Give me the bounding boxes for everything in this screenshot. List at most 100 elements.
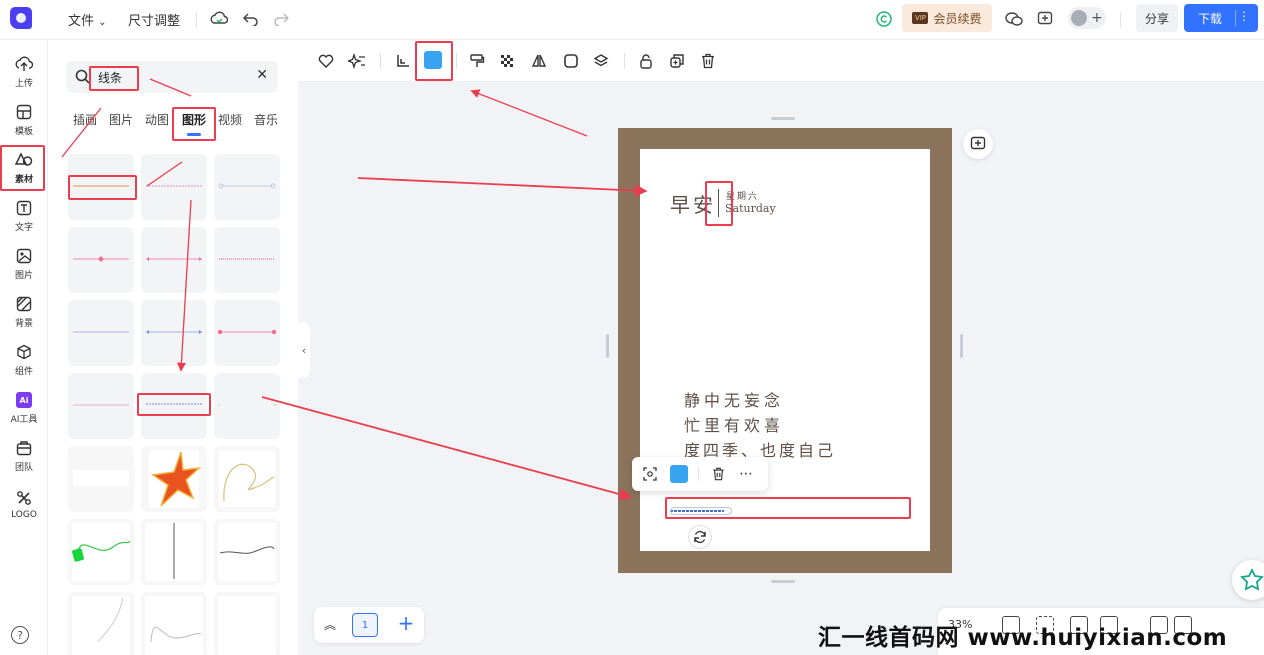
shape-tile-line[interactable]	[68, 227, 134, 293]
wechat-icon[interactable]	[1003, 8, 1025, 30]
shape-tile-line[interactable]	[214, 373, 280, 439]
page-navigator: ︽ 1 +	[314, 607, 424, 643]
comment-add-icon[interactable]	[1034, 8, 1056, 30]
layers-icon[interactable]	[590, 50, 612, 72]
shape-tile-curve[interactable]	[214, 446, 280, 512]
top-bar: 文件 ⌄ 尺寸调整 VIP 会员续费 + 分享 下载 ⋮	[0, 0, 1264, 40]
shape-tile-blank[interactable]	[214, 592, 280, 655]
share-button[interactable]: 分享	[1136, 4, 1178, 32]
border-icon[interactable]	[560, 50, 582, 72]
watermark-text: 汇一线首码网 www.huiyixian.com	[818, 625, 1228, 651]
rotate-handle[interactable]	[688, 525, 712, 549]
vip-crown-icon: VIP	[912, 12, 929, 24]
shape-tile-curve[interactable]	[214, 519, 280, 585]
tab-animation[interactable]: 动图	[145, 111, 169, 128]
rail-item-upload[interactable]: 上传	[0, 50, 48, 94]
shape-tile-line[interactable]	[141, 519, 207, 585]
rail-item-text[interactable]: 文字	[0, 194, 48, 238]
help-icon[interactable]: ?	[11, 626, 29, 644]
crop-scan-icon[interactable]	[640, 464, 660, 484]
magic-icon[interactable]	[346, 50, 368, 72]
undo-icon[interactable]	[240, 8, 262, 30]
shape-tile-line[interactable]	[68, 373, 134, 439]
canvas-area: ‹ 早安 星期六 Saturday 静中无妄念 忙里有欢喜 度四季、也度自己 ⋯	[298, 40, 1264, 655]
shape-tile-line[interactable]	[141, 227, 207, 293]
tab-illustration[interactable]: 插画	[73, 111, 97, 128]
component-icon	[15, 343, 33, 361]
annotation-box	[415, 41, 453, 81]
shape-tile-line[interactable]	[214, 227, 280, 293]
favorite-icon[interactable]	[315, 50, 337, 72]
app-logo[interactable]	[10, 7, 32, 29]
fill-color-swatch[interactable]	[670, 465, 688, 483]
transparency-icon[interactable]	[496, 50, 518, 72]
resize-menu[interactable]: 尺寸调整	[128, 10, 180, 29]
delete-icon[interactable]	[708, 464, 728, 484]
rail-label: AI工具	[10, 415, 38, 425]
add-page-icon[interactable]: +	[394, 611, 418, 637]
shape-tile-line[interactable]	[141, 154, 207, 220]
chevron-down-icon: ⌄	[98, 17, 107, 28]
shape-tile-curve[interactable]	[68, 519, 134, 585]
upload-icon	[15, 55, 33, 73]
add-collaborator-icon: +	[1091, 10, 1103, 26]
rail-label: 上传	[14, 79, 33, 89]
rail-item-ai-tools[interactable]: Ai AI工具	[0, 386, 48, 430]
poem-line[interactable]: 静中无妄念	[684, 387, 784, 411]
delete-icon[interactable]	[697, 50, 719, 72]
resize-handle-bottom[interactable]	[771, 580, 795, 583]
tab-video[interactable]: 视频	[218, 111, 242, 128]
more-icon[interactable]: ⋯	[736, 464, 756, 484]
vip-renew-button[interactable]: VIP 会员续费	[902, 4, 992, 32]
format-painter-icon[interactable]	[466, 50, 488, 72]
tab-image[interactable]: 图片	[109, 111, 133, 128]
rail-item-logo[interactable]: LOGO	[0, 482, 48, 526]
rail-label: 组件	[14, 367, 33, 377]
lock-icon[interactable]	[635, 50, 657, 72]
rotate-icon	[694, 530, 706, 544]
image-icon	[15, 247, 33, 265]
shape-tile-curve[interactable]	[141, 592, 207, 655]
shape-tile-line[interactable]	[214, 300, 280, 366]
line-style-icon[interactable]	[392, 50, 414, 72]
cloud-sync-icon[interactable]	[208, 8, 230, 30]
redo-icon[interactable]	[270, 8, 292, 30]
shape-tile-curve[interactable]	[68, 592, 134, 655]
page-thumbnail[interactable]: 1	[352, 613, 378, 637]
file-menu[interactable]: 文件 ⌄	[68, 10, 107, 29]
rail-item-team[interactable]: 团队	[0, 434, 48, 478]
collapse-panel-handle[interactable]: ‹	[298, 322, 310, 378]
copyright-icon[interactable]	[873, 8, 895, 30]
more-vertical-icon[interactable]: ⋮	[1238, 9, 1250, 23]
collaborators[interactable]: +	[1068, 7, 1106, 29]
tab-music[interactable]: 音乐	[254, 111, 278, 128]
left-rail: 上传 模板 素材 文字 图片 背景 组件 Ai AI工具 团队 LOGO ?	[0, 40, 48, 655]
resize-handle-left[interactable]	[606, 334, 609, 358]
download-button[interactable]: 下载 ⋮	[1184, 4, 1258, 32]
rail-item-component[interactable]: 组件	[0, 338, 48, 382]
chevron-left-icon: ‹	[301, 343, 307, 357]
chevron-double-up-icon[interactable]: ︽	[324, 616, 336, 633]
shape-tile-line[interactable]	[68, 300, 134, 366]
resize-handle-right[interactable]	[960, 334, 963, 358]
shape-tile-line[interactable]	[68, 446, 134, 512]
shape-tile-line[interactable]	[214, 154, 280, 220]
rail-item-image[interactable]: 图片	[0, 242, 48, 286]
add-comment-button[interactable]	[963, 129, 993, 159]
close-icon[interactable]: ✕	[256, 67, 268, 83]
shape-tile-line[interactable]	[141, 300, 207, 366]
text-icon	[15, 199, 33, 217]
ai-assistant-button[interactable]	[1232, 560, 1264, 600]
annotation-box	[172, 107, 216, 141]
flip-icon[interactable]	[528, 50, 550, 72]
rail-label: 背景	[14, 319, 33, 329]
rail-item-template[interactable]: 模板	[0, 98, 48, 142]
shape-tile-star[interactable]	[141, 446, 207, 512]
rail-item-background[interactable]: 背景	[0, 290, 48, 334]
duplicate-icon[interactable]	[666, 50, 688, 72]
resize-handle-top[interactable]	[771, 117, 795, 120]
divider	[196, 12, 197, 28]
ai-assistant-icon	[1240, 567, 1264, 591]
search-icon	[75, 69, 90, 88]
poem-line[interactable]: 忙里有欢喜	[684, 412, 784, 436]
